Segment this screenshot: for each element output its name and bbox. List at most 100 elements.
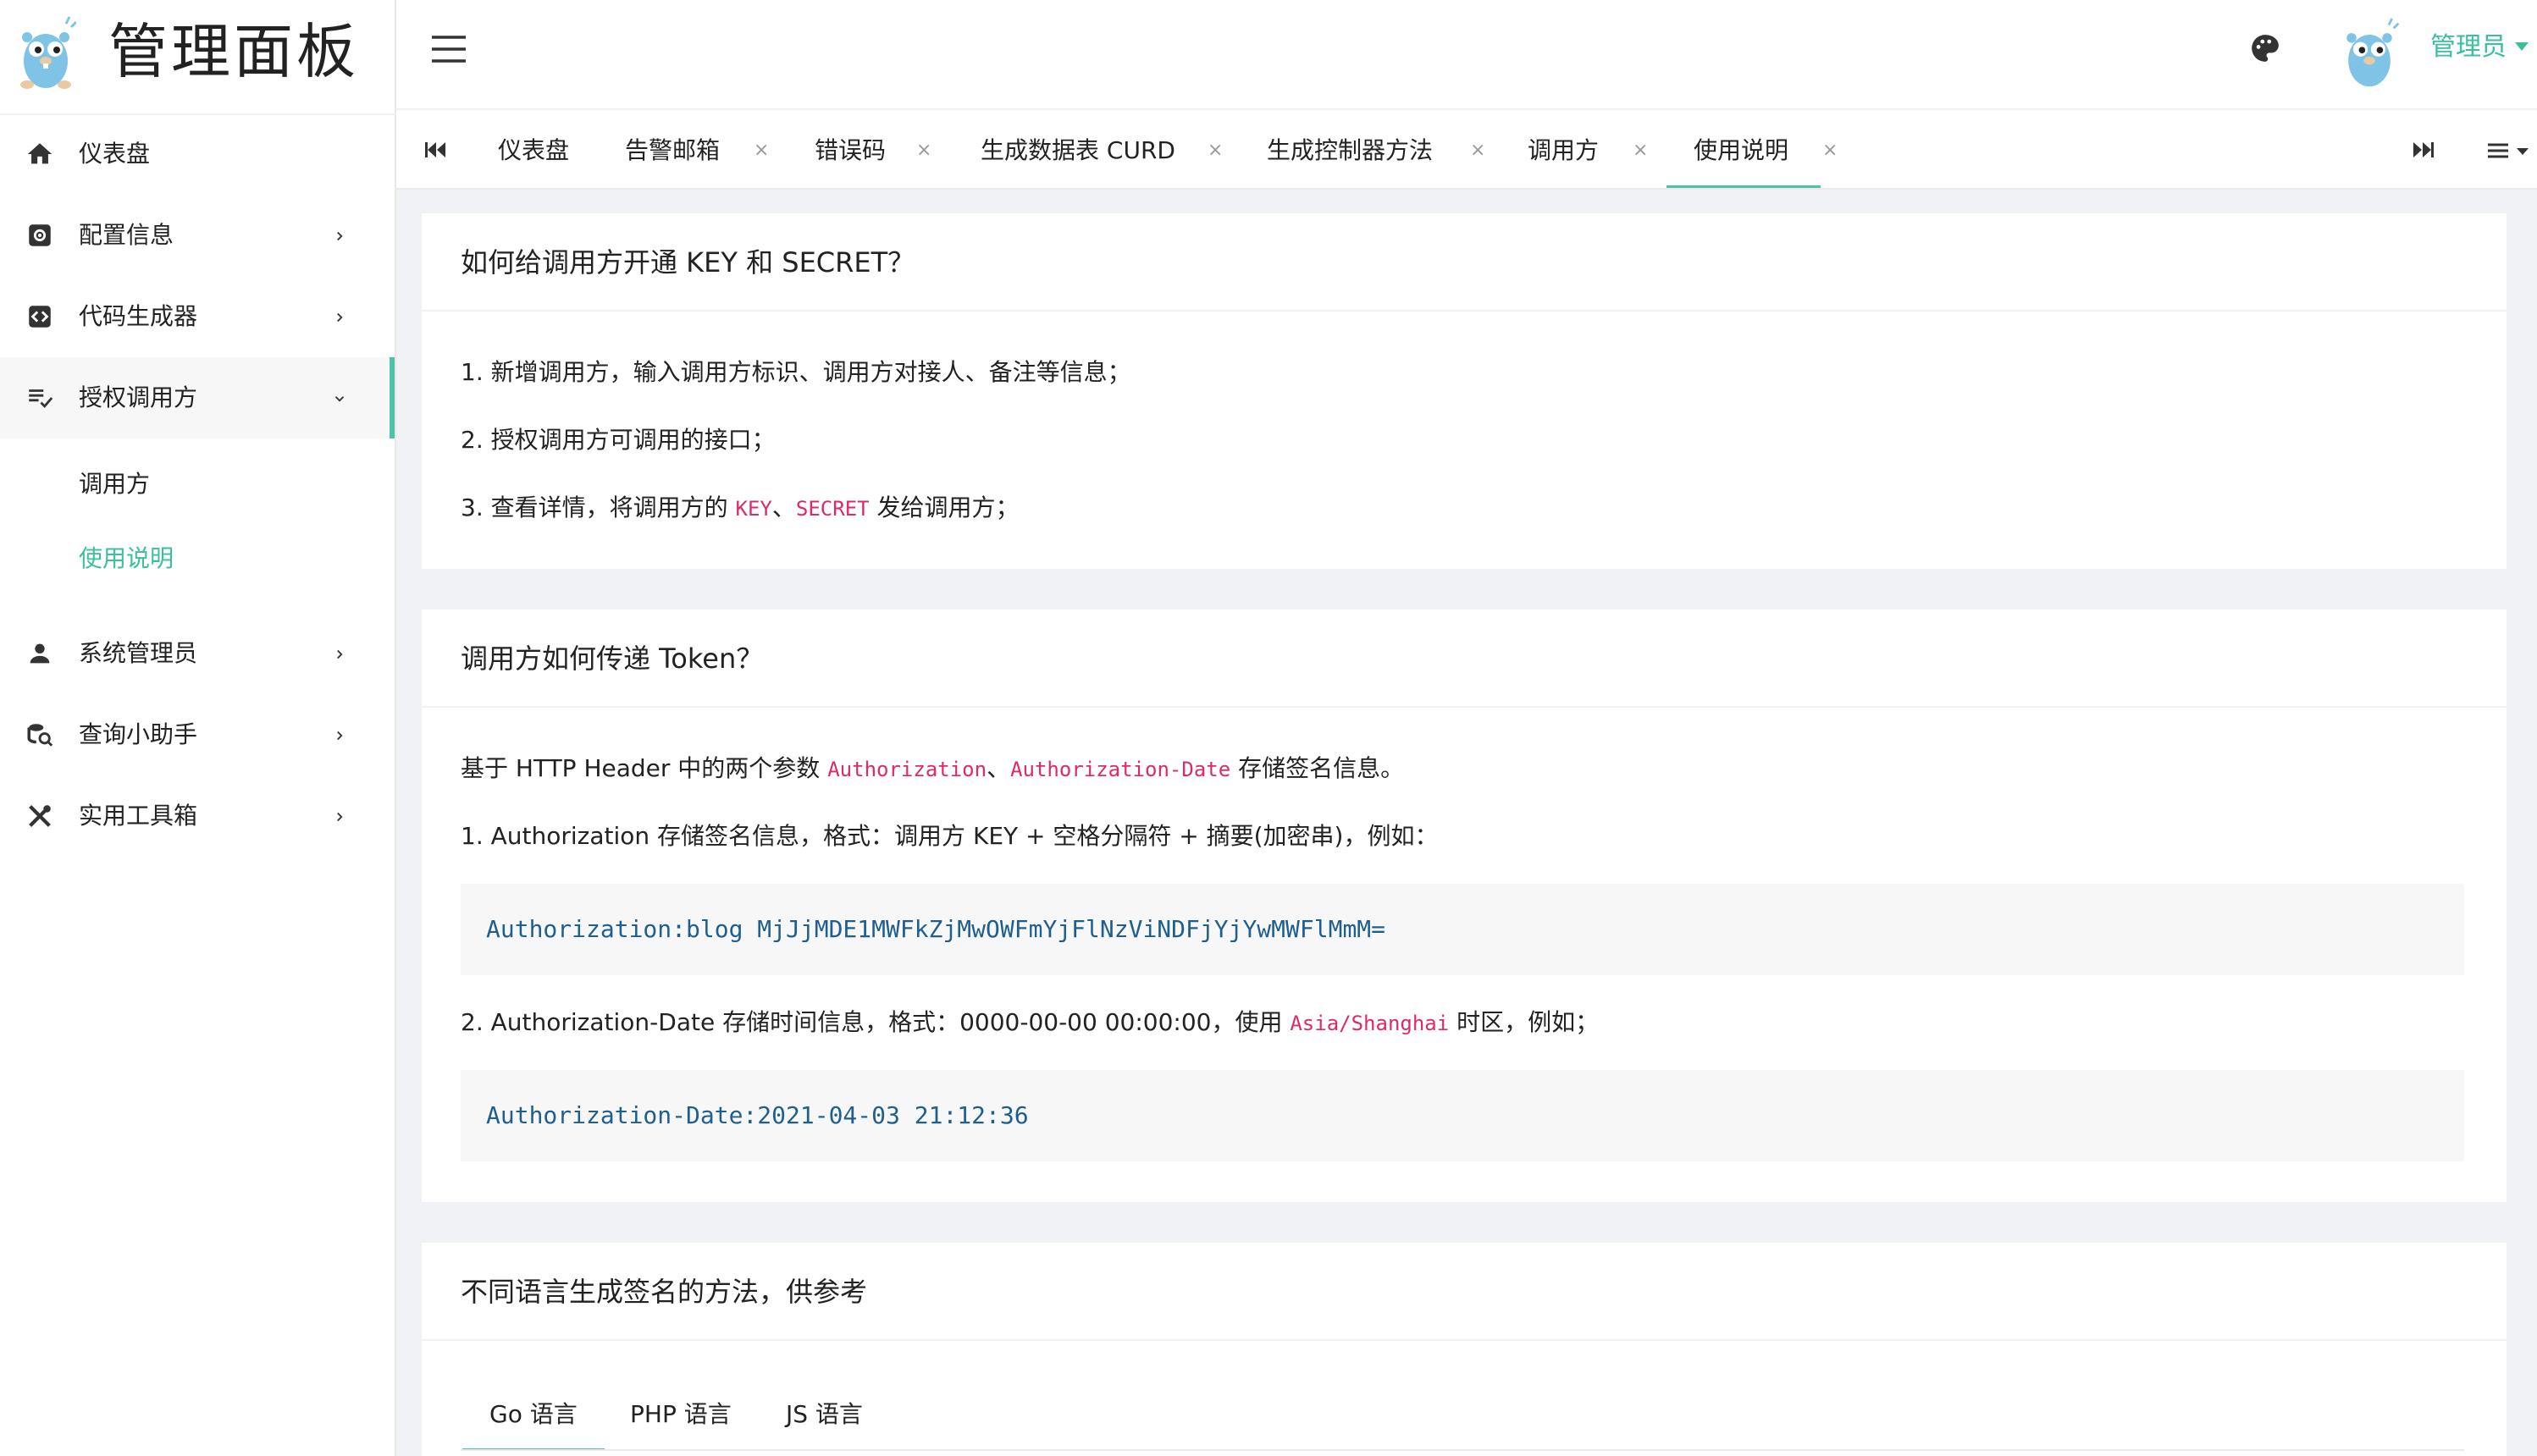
language-tabs: Go 语言 PHP 语言 JS 语言: [422, 1339, 2507, 1456]
tab-label: 生成控制器方法: [1267, 136, 1434, 164]
tab-alert-email[interactable]: 告警邮箱 ×: [625, 110, 769, 188]
text: 基于 HTTP Header 中的两个参数: [461, 754, 828, 782]
user-name[interactable]: 管理员: [2430, 29, 2507, 66]
card-header: 调用方如何传递 Token？: [422, 609, 2507, 708]
text: 存储签名信息。: [1230, 754, 1405, 782]
tab-close-icon[interactable]: ×: [754, 110, 769, 191]
home-icon: [27, 143, 53, 164]
sidebar-subitem-callers[interactable]: 调用方: [0, 447, 395, 521]
step-text: 2. 授权调用方可调用的接口；: [461, 426, 776, 454]
chevron-right-icon: [337, 649, 343, 659]
sidebar: 管理面板 仪表盘 配置信息 代码生成器 授权调用方 调用方 使用说明 系统管理员: [0, 0, 396, 1456]
chevron-right-icon: [337, 812, 343, 822]
card-key-secret: 如何给调用方开通 KEY 和 SECRET？ 1. 新增调用方，输入调用方标识、…: [422, 213, 2507, 569]
step-text: 3. 查看详情，将调用方的 KEY、SECRET 发给调用方；: [461, 489, 1020, 527]
tab-label: 仪表盘: [498, 136, 570, 164]
sidebar-item-toolbox[interactable]: 实用工具箱: [0, 775, 395, 857]
tab-js[interactable]: JS 语言: [786, 1383, 863, 1446]
tab-label: 使用说明: [1694, 136, 1789, 164]
text: 时区，例如；: [1449, 1008, 1600, 1036]
code-block: Authorization:blog MjJjMDE1MWFkZjMwOWFmY…: [461, 884, 2464, 975]
tab-label: 错误码: [815, 136, 887, 164]
db-search-icon: [27, 724, 53, 747]
inline-code: Authorization-Date: [1010, 758, 1231, 781]
card-token: 调用方如何传递 Token？ 基于 HTTP Header 中的两个参数 Aut…: [422, 609, 2507, 1202]
tab-label: 生成数据表 CURD: [981, 136, 1175, 164]
tab-close-icon[interactable]: ×: [1208, 110, 1223, 191]
sidebar-submenu: 调用方 使用说明: [0, 438, 395, 613]
tabs-divider: [461, 1449, 2464, 1451]
sidebar-item-config[interactable]: 配置信息: [0, 195, 395, 276]
inline-code: KEY: [735, 497, 772, 521]
palette-icon[interactable]: [2249, 32, 2281, 64]
sidebar-subitem-usage-guide[interactable]: 使用说明: [0, 521, 395, 596]
top-header: 管理员: [396, 0, 2537, 110]
text: 2. Authorization-Date 存储时间信息，格式：0000-00-…: [461, 1008, 1291, 1036]
caret-down-icon[interactable]: [2515, 42, 2529, 52]
card-title: 不同语言生成签名的方法，供参考: [461, 1276, 868, 1308]
tab-close-icon[interactable]: ×: [1822, 110, 1838, 191]
hamburger-menu-icon[interactable]: [430, 34, 467, 64]
brand[interactable]: 管理面板: [0, 0, 395, 115]
gopher-logo-icon: [20, 16, 76, 89]
step-text: 2. Authorization-Date 存储时间信息，格式：0000-00-…: [461, 1004, 1599, 1042]
text: 、: [771, 494, 796, 521]
text: 发给调用方；: [869, 494, 1020, 521]
sidebar-item-label: 仪表盘: [79, 140, 151, 168]
sidebar-item-label: 查询小助手: [79, 720, 198, 748]
brand-title: 管理面板: [108, 17, 359, 86]
code-icon: [29, 306, 51, 328]
sidebar-item-system-admin[interactable]: 系统管理员: [0, 613, 395, 694]
inline-code: Asia/Shanghai: [1290, 1012, 1450, 1035]
sidebar-item-label: 配置信息: [79, 221, 174, 249]
tab-scroll-right-icon[interactable]: [2413, 141, 2434, 159]
tab-scroll-left-icon[interactable]: [425, 141, 445, 159]
tab-go[interactable]: Go 语言: [462, 1383, 605, 1451]
sidebar-item-code-generator[interactable]: 代码生成器: [0, 276, 395, 357]
tab-generate-curd[interactable]: 生成数据表 CURD ×: [981, 110, 1223, 188]
text: 、: [987, 754, 1011, 782]
tab-usage-guide[interactable]: 使用说明 ×: [1666, 110, 1838, 188]
avatar[interactable]: [2335, 17, 2403, 90]
sidebar-item-label: 代码生成器: [79, 302, 198, 330]
sidebar-item-label: 实用工具箱: [79, 802, 198, 830]
inline-code: Authorization: [827, 758, 987, 781]
text: 3. 查看详情，将调用方的: [461, 494, 736, 521]
card-title: 调用方如何传递 Token？: [461, 643, 764, 675]
card-title: 如何给调用方开通 KEY 和 SECRET？: [461, 246, 915, 279]
sidebar-item-query-helper[interactable]: 查询小助手: [0, 694, 395, 775]
code-block: Authorization-Date:2021-04-03 21:12:36: [461, 1070, 2464, 1161]
intro-text: 基于 HTTP Header 中的两个参数 Authorization、Auth…: [461, 750, 1404, 788]
sidebar-item-label: 授权调用方: [79, 383, 198, 411]
card-header: 如何给调用方开通 KEY 和 SECRET？: [422, 213, 2507, 312]
sidebar-item-dashboard[interactable]: 仪表盘: [0, 113, 395, 195]
step-text: 1. Authorization 存储签名信息，格式：调用方 KEY + 空格分…: [461, 822, 1439, 850]
tab-bar: 仪表盘 告警邮箱 × 错误码 × 生成数据表 CURD × 生成控制器方法 × …: [396, 110, 2537, 190]
chevron-right-icon: [337, 231, 343, 241]
tab-error-codes[interactable]: 错误码 ×: [815, 110, 931, 188]
step-text: 1. 新增调用方，输入调用方标识、调用方对接人、备注等信息；: [461, 358, 1131, 386]
tab-close-icon[interactable]: ×: [1633, 110, 1648, 191]
tab-callers[interactable]: 调用方 ×: [1528, 110, 1648, 188]
settings-icon: [29, 224, 51, 246]
code-text: Authorization:blog MjJjMDE1MWFkZjMwOWFmY…: [486, 915, 1386, 943]
sidebar-item-authorized-callers[interactable]: 授权调用方: [0, 357, 395, 438]
sidebar-menu: 仪表盘 配置信息 代码生成器 授权调用方 调用方 使用说明 系统管理员 查询小助…: [0, 113, 395, 857]
chevron-right-icon: [337, 312, 343, 323]
sidebar-item-label: 系统管理员: [79, 639, 198, 667]
tab-label: 调用方: [1528, 136, 1600, 164]
tab-php[interactable]: PHP 语言: [630, 1383, 732, 1446]
card-header: 不同语言生成签名的方法，供参考: [422, 1243, 2507, 1341]
chevron-down-icon: [334, 396, 345, 402]
playlist-check-icon: [29, 389, 53, 409]
code-text: Authorization-Date:2021-04-03 21:12:36: [486, 1101, 1029, 1129]
tab-close-icon[interactable]: ×: [1470, 110, 1485, 191]
tab-label: 告警邮箱: [625, 136, 721, 164]
tab-generate-controller[interactable]: 生成控制器方法 ×: [1267, 110, 1485, 188]
tab-close-icon[interactable]: ×: [916, 110, 931, 191]
tab-list-menu-icon[interactable]: [2486, 141, 2530, 161]
tab-dashboard[interactable]: 仪表盘: [498, 110, 569, 188]
chevron-right-icon: [337, 731, 343, 741]
card-language-examples: 不同语言生成签名的方法，供参考 Go 语言 PHP 语言 JS 语言: [422, 1243, 2507, 1456]
tools-icon: [29, 805, 51, 827]
